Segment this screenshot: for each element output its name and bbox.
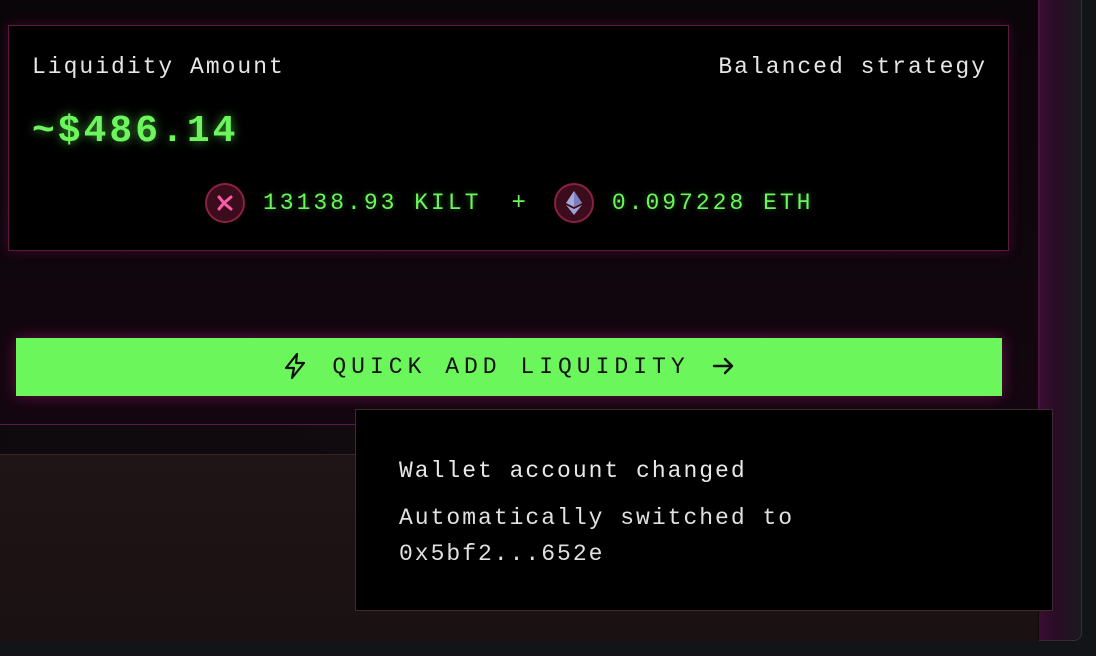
kilt-icon — [205, 183, 245, 223]
liquidity-amount-label: Liquidity Amount — [32, 54, 285, 80]
liquidity-amount-panel: Liquidity Amount Balanced strategy ~$486… — [8, 25, 1009, 251]
liquidity-total-value: ~$486.14 — [32, 110, 239, 153]
quick-add-liquidity-button[interactable]: QUICK ADD LIQUIDITY — [16, 338, 1002, 396]
plus-separator: + — [511, 189, 526, 217]
strategy-label: Balanced strategy — [718, 54, 987, 80]
toast-message: Automatically switched to 0x5bf2...652e — [399, 505, 795, 567]
token-breakdown: 13138.93 KILT + 0.097228 ETH — [205, 181, 813, 225]
toast-notification[interactable]: Wallet account changed Automatically swi… — [355, 409, 1053, 611]
arrow-right-icon — [712, 356, 736, 379]
toast-title: Wallet account changed — [399, 458, 747, 484]
lightning-icon — [282, 352, 308, 383]
eth-amount: 0.097228 ETH — [611, 190, 814, 216]
kilt-amount: 13138.93 KILT — [263, 190, 482, 216]
eth-icon — [553, 183, 594, 223]
quick-add-label: QUICK ADD LIQUIDITY — [332, 354, 690, 380]
